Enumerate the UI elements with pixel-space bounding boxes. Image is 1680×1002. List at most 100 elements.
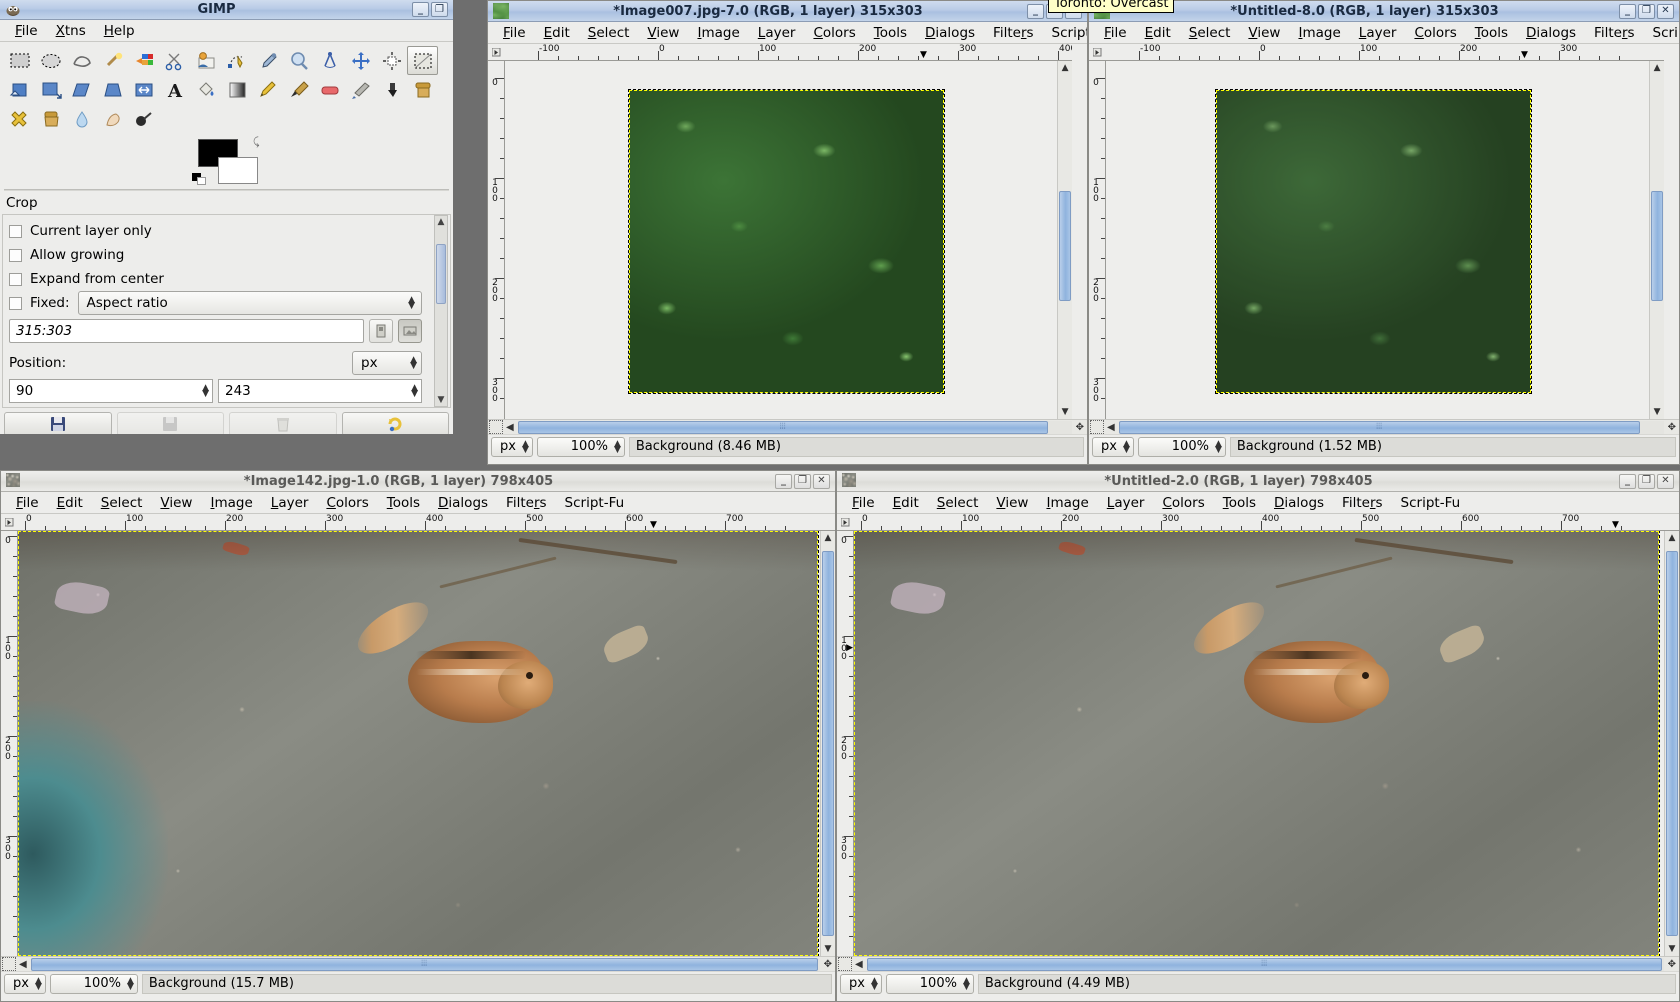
- close-icon[interactable]: ✕: [1657, 3, 1674, 19]
- quickmask-toggle[interactable]: [1089, 420, 1104, 435]
- tool-dodge-burn[interactable]: [128, 104, 159, 133]
- menu-dialogs[interactable]: Dialogs: [1265, 493, 1333, 513]
- spinner-arrows-icon[interactable]: ▲ ▼: [411, 384, 421, 399]
- maximize-icon[interactable]: ❐: [1638, 3, 1655, 19]
- menu-script-fu[interactable]: Script-Fu: [1043, 23, 1087, 43]
- menu-file[interactable]: File: [6, 21, 47, 41]
- tool-move[interactable]: [345, 46, 376, 75]
- maximize-icon[interactable]: ❐: [431, 2, 448, 17]
- scrollbar-thumb[interactable]: [1651, 191, 1664, 301]
- checkbox-expand-from-center[interactable]: [9, 272, 22, 286]
- image007-titlebar[interactable]: *Image007.jpg-7.0 (RGB, 1 layer) 315x303…: [488, 1, 1087, 22]
- menu-colors[interactable]: Colors: [317, 493, 377, 513]
- scrollbar-thumb[interactable]: ⦙⦙⦙: [30, 957, 818, 971]
- tool-heal[interactable]: [4, 104, 35, 133]
- zoom-dropdown[interactable]: 100% ▲ ▼: [885, 973, 974, 994]
- untitled8-horizontal-ruler[interactable]: -100 0 100 200 300 ▼: [1089, 44, 1665, 61]
- tool-blur-sharpen[interactable]: [66, 104, 97, 133]
- reset-tool-options-button[interactable]: [341, 412, 449, 434]
- close-icon[interactable]: ✕: [1657, 473, 1674, 489]
- tool-scissors-select[interactable]: [159, 46, 190, 75]
- menu-colors[interactable]: Colors: [804, 23, 864, 43]
- menu-help[interactable]: Help: [95, 21, 144, 41]
- menu-dialogs[interactable]: Dialogs: [429, 493, 497, 513]
- zoom-dropdown[interactable]: 100% ▲ ▼: [1137, 436, 1226, 457]
- image007-horizontal-ruler[interactable]: -100 0 100 200 300 400: [488, 44, 1073, 61]
- menu-file[interactable]: File: [1095, 23, 1136, 43]
- tool-perspective[interactable]: [97, 75, 128, 104]
- untitled2-titlebar[interactable]: *Untitled-2.0 (RGB, 1 layer) 798x405 _ ❐…: [837, 471, 1679, 492]
- checkbox-allow-growing[interactable]: [9, 248, 22, 262]
- unit-dropdown[interactable]: px ▲ ▼: [1092, 436, 1134, 457]
- menu-filters[interactable]: Filters: [1333, 493, 1392, 513]
- tool-options-scrollbar[interactable]: ▲ ▼: [434, 215, 448, 407]
- menu-view[interactable]: View: [151, 493, 201, 513]
- save-tool-options-button[interactable]: [4, 412, 112, 434]
- restore-tool-options-button[interactable]: [116, 412, 224, 434]
- untitled2-horizontal-scrollbar[interactable]: ◀ ⦙⦙⦙ ✥: [837, 956, 1679, 971]
- delete-tool-options-button[interactable]: [229, 412, 337, 434]
- swap-colors-icon[interactable]: ⤹: [253, 135, 260, 149]
- option-expand-from-center[interactable]: Expand from center: [9, 267, 422, 291]
- minimize-icon[interactable]: _: [412, 2, 429, 17]
- scroll-up-icon[interactable]: ▲: [1665, 533, 1679, 543]
- option-current-layer-only[interactable]: Current layer only: [9, 219, 422, 243]
- image007-vertical-scrollbar[interactable]: ▲ ▼: [1057, 61, 1073, 419]
- menu-image[interactable]: Image: [201, 493, 261, 513]
- image007-horizontal-scrollbar[interactable]: ◀ ⦙⦙⦙ ✥: [488, 419, 1087, 434]
- menu-image[interactable]: Image: [1037, 493, 1097, 513]
- menu-script-fu[interactable]: Script-Fu: [1392, 493, 1470, 513]
- image142-vertical-ruler[interactable]: 0 100 200 300: [1, 531, 18, 956]
- menu-select[interactable]: Select: [92, 493, 152, 513]
- tool-perspective-clone[interactable]: [35, 104, 66, 133]
- quickmask-toggle[interactable]: [1, 957, 16, 972]
- unit-dropdown[interactable]: px ▲ ▼: [491, 436, 533, 457]
- menu-edit[interactable]: Edit: [1136, 23, 1180, 43]
- color-swatches[interactable]: ⤹: [191, 135, 262, 185]
- image007-canvas[interactable]: [505, 61, 1058, 419]
- aspect-ratio-input[interactable]: 315:303: [9, 319, 364, 343]
- tool-select-by-color[interactable]: [128, 46, 159, 75]
- menu-dialogs[interactable]: Dialogs: [1517, 23, 1585, 43]
- scrollbar-thumb[interactable]: ⦙⦙⦙: [1118, 420, 1640, 434]
- navigation-preview-button[interactable]: ✥: [1665, 959, 1679, 970]
- menu-tools[interactable]: Tools: [378, 493, 429, 513]
- tool-zoom[interactable]: [283, 46, 314, 75]
- spinner-arrows-icon[interactable]: ▲ ▼: [202, 384, 212, 399]
- image142-vertical-scrollbar[interactable]: ▲ ▼: [820, 531, 835, 956]
- untitled2-canvas[interactable]: [854, 531, 1664, 956]
- background-color-swatch[interactable]: [217, 157, 258, 184]
- scroll-down-icon[interactable]: ▼: [1650, 407, 1664, 417]
- scroll-down-icon[interactable]: ▼: [435, 395, 447, 405]
- menu-filters[interactable]: Filters: [984, 23, 1043, 43]
- menu-tools[interactable]: Tools: [865, 23, 916, 43]
- menu-view[interactable]: View: [1239, 23, 1289, 43]
- minimize-icon[interactable]: _: [1619, 473, 1636, 489]
- portrait-orientation-button[interactable]: [369, 319, 393, 343]
- fixed-mode-dropdown[interactable]: Aspect ratio ▲ ▼: [77, 291, 422, 315]
- zoom-dropdown[interactable]: 100% ▲ ▼: [49, 973, 138, 994]
- checkbox-current-layer-only[interactable]: [9, 224, 22, 238]
- scroll-up-icon[interactable]: ▲: [1058, 63, 1072, 73]
- hscroll-trough[interactable]: ⦙⦙⦙: [1118, 420, 1664, 434]
- tool-rect-select[interactable]: [4, 46, 35, 75]
- menu-image[interactable]: Image: [1289, 23, 1349, 43]
- tool-fuzzy-select[interactable]: [97, 46, 128, 75]
- position-y-input[interactable]: 243 ▲ ▼: [218, 379, 422, 403]
- scroll-left-icon[interactable]: ◀: [852, 959, 866, 970]
- checkbox-fixed[interactable]: [9, 296, 22, 310]
- menu-xtns[interactable]: Xtns: [47, 21, 95, 41]
- image142-horizontal-ruler[interactable]: 0 100 200 300 400 500 600 700 ▼: [1, 514, 835, 531]
- menu-file[interactable]: File: [494, 23, 535, 43]
- menu-tools[interactable]: Tools: [1214, 493, 1265, 513]
- scroll-up-icon[interactable]: ▲: [435, 217, 447, 227]
- menu-script-fu[interactable]: Script-F: [1644, 23, 1679, 43]
- tool-free-select[interactable]: [66, 46, 97, 75]
- menu-edit[interactable]: Edit: [48, 493, 92, 513]
- tool-crop[interactable]: [407, 46, 438, 75]
- menu-colors[interactable]: Colors: [1405, 23, 1465, 43]
- maximize-icon[interactable]: ❐: [794, 473, 811, 489]
- scroll-down-icon[interactable]: ▼: [1665, 944, 1679, 954]
- menu-layer[interactable]: Layer: [262, 493, 318, 513]
- untitled8-vertical-ruler[interactable]: 0 100 200 300: [1089, 61, 1106, 419]
